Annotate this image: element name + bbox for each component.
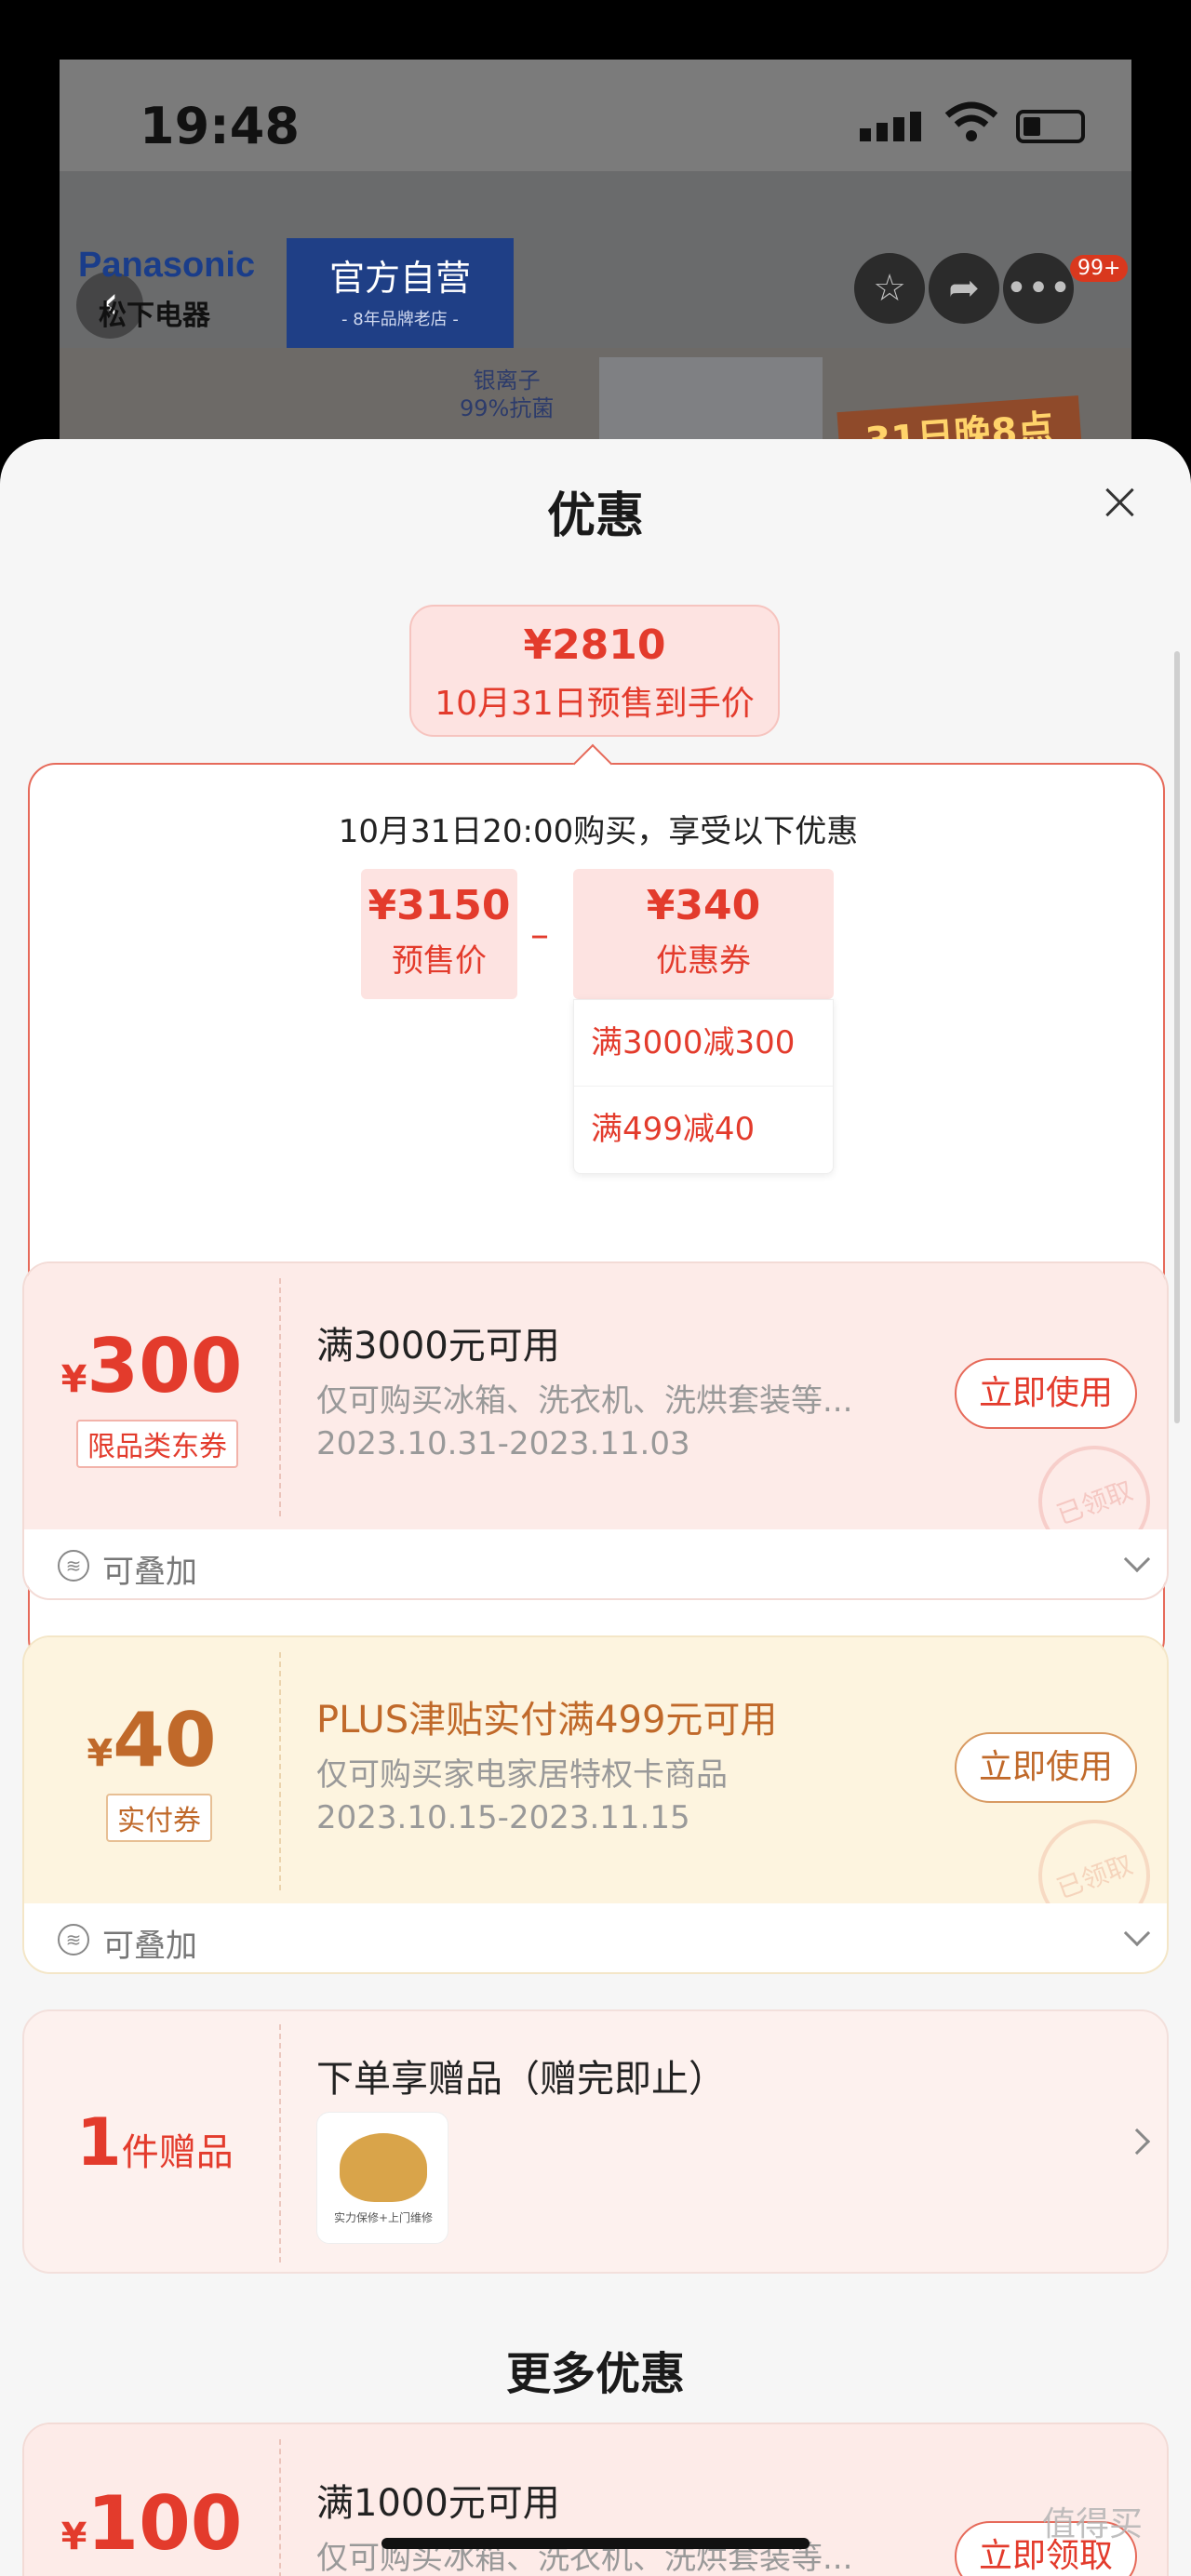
gift-divider xyxy=(279,2024,281,2262)
final-price-amount: ¥2810 xyxy=(523,621,666,669)
stackable-label: 可叠加 xyxy=(102,1928,197,1965)
calc-heading: 10月31日20:00购买，享受以下优惠 xyxy=(338,813,859,850)
coupon-total-card: ¥340 优惠券 xyxy=(573,869,834,999)
brand-logo: Panasonic xyxy=(78,246,256,285)
share-icon[interactable]: ➦ xyxy=(929,253,999,324)
coupon-body: ¥40 实付券 PLUS津贴实付满499元可用 仅可购买家电家居特权卡商品 20… xyxy=(24,1637,1167,1947)
coupon-title: PLUS津贴实付满499元可用 xyxy=(316,1699,778,1742)
cart-badge: 99+ xyxy=(1070,255,1129,282)
coupon-currency: ¥ xyxy=(60,1358,87,1401)
coupon-tag: 实付券 xyxy=(106,1794,212,1842)
gift-card[interactable]: 1件赠品 下单享赠品（赠完即止） 实力保修+上门维修 xyxy=(22,2009,1169,2274)
coupon-body: ¥300 限品类东券 满3000元可用 仅可购买冰箱、洗衣机、洗烘套装等... … xyxy=(24,1263,1167,1573)
coupon-amount: ¥100 xyxy=(24,2480,279,2567)
chevron-down-icon[interactable] xyxy=(1123,1919,1151,1947)
presale-price-card: ¥3150 预售价 xyxy=(361,869,517,999)
coupon-card: ¥100 满1000元可用 仅可购买冰箱、洗衣机、洗烘套装等... 立即领取 xyxy=(22,2423,1169,2576)
sheet-title: 优惠 xyxy=(546,488,644,544)
home-indicator[interactable] xyxy=(381,2538,810,2549)
status-bar: 19:48 xyxy=(60,60,1131,171)
coupon-breakdown-item: 满3000减300 xyxy=(591,1024,796,1061)
watermark: 值得买 xyxy=(1042,2505,1144,2543)
scrollbar[interactable] xyxy=(1174,651,1180,1423)
coupon-amount: ¥300 xyxy=(24,1323,279,1409)
gift-count-unit: 件赠品 xyxy=(121,2131,234,2174)
final-price-badge: ¥2810 10月31日预售到手价 xyxy=(409,605,780,737)
stack-icon: ≋ xyxy=(58,1924,89,1955)
coupon-amount: ¥40 xyxy=(24,1697,279,1783)
coupon-card: ¥40 实付券 PLUS津贴实付满499元可用 仅可购买家电家居特权卡商品 20… xyxy=(22,1635,1169,1974)
coupon-body: ¥100 满1000元可用 仅可购买冰箱、洗衣机、洗烘套装等... 立即领取 xyxy=(24,2424,1167,2576)
official-store-sub: - 8年品牌老店 - xyxy=(341,310,459,329)
coupon-value: 100 xyxy=(87,2480,243,2567)
coupon-description: 仅可购买家电家居特权卡商品 xyxy=(316,1756,728,1794)
coupon-card: ¥300 限品类东券 满3000元可用 仅可购买冰箱、洗衣机、洗烘套装等... … xyxy=(22,1261,1169,1600)
discount-sheet: 优惠 ¥2810 10月31日预售到手价 10月31日20:00购买，享受以下优… xyxy=(0,439,1191,2576)
close-icon[interactable] xyxy=(1104,486,1137,519)
presale-price-amount: ¥3150 xyxy=(368,882,511,929)
gift-count: 1件赠品 xyxy=(76,2104,234,2181)
gift-image-caption: 实力保修+上门维修 xyxy=(333,2211,434,2224)
official-store-label: 官方自营 xyxy=(328,258,471,299)
coupon-value: 40 xyxy=(113,1697,217,1783)
minus-operator: – xyxy=(530,914,549,956)
coupon-total-label: 优惠券 xyxy=(656,942,751,980)
coupon-currency: ¥ xyxy=(60,2516,87,2558)
brand-subtitle: 松下电器 xyxy=(99,300,210,332)
coupon-title: 满1000元可用 xyxy=(316,2482,560,2525)
gift-medal-icon xyxy=(340,2133,427,2202)
final-price-label: 10月31日预售到手价 xyxy=(435,685,755,723)
gift-image[interactable]: 实力保修+上门维修 xyxy=(316,2112,448,2244)
use-coupon-button[interactable]: 立即使用 xyxy=(955,1732,1137,1803)
stackable-label: 可叠加 xyxy=(102,1554,197,1591)
coupon-tag: 限品类东券 xyxy=(76,1420,238,1468)
store-header: ‹ Panasonic 松下电器 官方自营 - 8年品牌老店 - ☆ ➦ •••… xyxy=(60,171,1131,348)
presale-price-label: 预售价 xyxy=(392,942,487,980)
chevron-right-icon[interactable] xyxy=(1123,2128,1151,2156)
coupon-value: 300 xyxy=(87,1323,243,1409)
status-time: 19:48 xyxy=(140,97,300,155)
gift-count-number: 1 xyxy=(76,2104,122,2181)
coupon-breakdown-list: 满3000减300 满499减40 xyxy=(573,999,834,1174)
signal-icon xyxy=(860,112,921,141)
coupon-description: 仅可购买冰箱、洗衣机、洗烘套装等... xyxy=(316,1382,853,1420)
coupon-total-amount: ¥340 xyxy=(646,882,761,929)
coupon-title: 满3000元可用 xyxy=(316,1325,560,1368)
coupon-date: 2023.10.31-2023.11.03 xyxy=(316,1425,690,1462)
use-coupon-button[interactable]: 立即使用 xyxy=(955,1358,1137,1429)
more-offers-title: 更多优惠 xyxy=(505,2348,685,2400)
coupon-divider xyxy=(279,2439,281,2576)
more-icon[interactable]: ••• xyxy=(1003,253,1074,324)
stack-icon: ≋ xyxy=(58,1550,89,1582)
gift-title: 下单享赠品（赠完即止） xyxy=(316,2058,726,2101)
coupon-footer[interactable]: ≋ 可叠加 xyxy=(24,1529,1167,1598)
battery-icon xyxy=(1016,110,1085,143)
wifi-icon xyxy=(944,101,998,141)
coupon-breakdown-item: 满499减40 xyxy=(574,1086,833,1171)
coupon-divider xyxy=(279,1278,281,1516)
coupon-divider xyxy=(279,1652,281,1890)
banner-silver-text: 银离子 99%抗菌 xyxy=(460,367,555,421)
official-store-badge: 官方自营 - 8年品牌老店 - xyxy=(287,238,514,348)
favorite-star-icon[interactable]: ☆ xyxy=(854,253,925,324)
chevron-down-icon[interactable] xyxy=(1123,1545,1151,1573)
coupon-date: 2023.10.15-2023.11.15 xyxy=(316,1799,690,1836)
coupon-currency: ¥ xyxy=(87,1732,114,1775)
coupon-footer[interactable]: ≋ 可叠加 xyxy=(24,1903,1167,1972)
